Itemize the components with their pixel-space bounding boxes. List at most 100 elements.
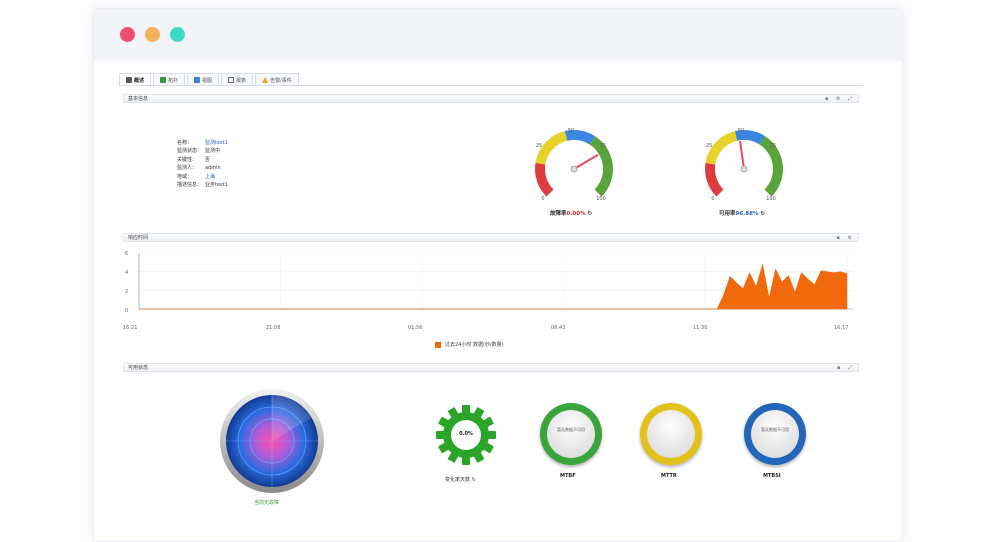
chart-legend[interactable]: 过去24小时 数据(秒/数量) — [435, 341, 504, 348]
gear-label-text: 变化率天数 — [445, 477, 471, 483]
gauge-tick: 100 — [596, 196, 606, 202]
report-icon — [228, 77, 235, 83]
tab-label: 报表 — [236, 77, 247, 84]
x-tick-label: 01:56 — [408, 325, 423, 331]
info-key: 监测人： — [177, 165, 198, 172]
info-value: 业务test1 — [205, 182, 228, 189]
response-time-chart — [138, 252, 853, 310]
info-row: 描述信息： 业务test1 — [177, 181, 228, 190]
gauge-hub — [740, 165, 748, 173]
gauge-tick: 50 — [568, 128, 574, 134]
gauge-tick: 25 — [536, 143, 542, 149]
info-row: 地域： 上海 — [177, 172, 228, 181]
info-row: 名称： 监测test1 — [177, 138, 228, 147]
gauge-band — [705, 162, 724, 197]
refresh-icon[interactable]: ↻ — [760, 211, 765, 217]
gauge-hub — [570, 165, 578, 173]
x-tick-label: 16:21 — [123, 325, 138, 331]
gauge-band — [705, 131, 738, 165]
panel-controls[interactable]: ▪ ⚙ — [837, 234, 855, 243]
app-window: 概述 拓扑 视图 报表 告警/事件 基本信息 ▪ ⚙ ⤢ 名称： 监测test1… — [93, 8, 903, 542]
overview-icon — [126, 77, 132, 83]
gauge-tick: 0 — [711, 196, 714, 202]
basic-info-list: 名称： 监测test1 监测状态： 监测中 关键性： 否 监测人： admin 地域： 上… — [177, 138, 228, 189]
y-tick-label: 0 — [125, 308, 129, 314]
info-key: 地域： — [177, 173, 193, 180]
info-value: 监测中 — [205, 148, 221, 155]
ring-label: MTBSI — [763, 473, 781, 479]
gear-label: 变化率天数 ↻ — [445, 477, 476, 483]
x-tick-label: 06:43 — [551, 325, 566, 331]
x-tick-label: 16:17 — [834, 325, 849, 331]
tab-divider — [119, 85, 863, 86]
panel-controls[interactable]: ▪ ⚙ ⤢ — [825, 95, 855, 104]
info-value: 上海 — [205, 173, 216, 180]
legend-label: 过去24小时 数据(秒/数量) — [445, 342, 504, 348]
content-area: 概述 拓扑 视图 报表 告警/事件 基本信息 ▪ ⚙ ⤢ 名称： 监测test1… — [119, 71, 863, 531]
gauge-value: 0.00% — [566, 211, 586, 217]
gauge-tick: 100 — [766, 196, 776, 202]
gauge-band — [734, 130, 765, 145]
info-key: 监测状态： — [177, 148, 203, 155]
gauge-tick: 0 — [541, 196, 544, 202]
maximize-dot[interactable] — [170, 27, 185, 42]
info-row: 监测状态： 监测中 — [177, 147, 228, 156]
radar-icon — [220, 389, 324, 493]
basic-info-header: 基本信息 ▪ ⚙ ⤢ — [123, 94, 859, 103]
tab-label: 告警/事件 — [270, 77, 292, 84]
title-bar — [94, 9, 902, 61]
tab-label: 视图 — [202, 77, 213, 84]
gauge-needle — [573, 153, 599, 170]
tab-bar: 概述 拓扑 视图 报表 告警/事件 — [119, 73, 299, 86]
x-tick-label: 11:30 — [693, 325, 708, 331]
y-tick-label: 4 — [125, 270, 129, 276]
gauge-tick: 50 — [738, 128, 744, 134]
failure-rate-label: 故障率0.00% ↻ — [550, 209, 592, 217]
gauge-band — [535, 162, 554, 197]
tab-label: 概述 — [134, 77, 145, 84]
gauge-band — [564, 130, 595, 145]
x-tick-label: 21:08 — [266, 325, 281, 331]
ring-label: MTTR — [661, 473, 677, 479]
availability-label: 可用率96.88% ↻ — [719, 209, 765, 217]
view-icon — [194, 77, 201, 83]
gauge-label: 故障率 — [550, 211, 567, 217]
ring-label: MTBF — [560, 473, 576, 479]
gear-value: 0.0% — [459, 431, 473, 437]
topology-icon — [160, 77, 167, 83]
availability-gauge: 0 25 50 75 100 — [705, 128, 783, 202]
gauge-value: 96.88% — [735, 211, 759, 217]
info-value: admin — [205, 164, 221, 171]
ring-inner-text: 暂无数据不可用 — [761, 427, 789, 432]
gauge-tick: 75 — [770, 143, 776, 149]
mtbf-ring — [540, 403, 602, 465]
y-tick-label: 2 — [125, 289, 129, 295]
ring-inner-text: 暂无数据不可用 — [557, 427, 585, 432]
info-value: 否 — [205, 156, 211, 163]
gauge-tick: 75 — [600, 143, 606, 149]
series-area[interactable] — [139, 264, 848, 310]
panel-title: 可用状态 — [128, 365, 149, 371]
panel-title: 基本信息 — [128, 96, 149, 102]
warning-icon — [262, 77, 269, 83]
panel-title: 响应时间 — [128, 235, 149, 241]
gauge-tick: 25 — [706, 143, 712, 149]
gauge-needle — [739, 141, 745, 170]
failure-rate-gauge: 0 25 50 75 100 — [535, 128, 613, 202]
close-dot[interactable] — [120, 27, 135, 42]
radar-label: 当前无故障 — [254, 500, 280, 506]
refresh-icon[interactable]: ↻ — [588, 211, 593, 217]
info-row: 监测人： admin — [177, 164, 228, 173]
gauge-band — [535, 131, 568, 165]
info-key: 名称： — [177, 139, 193, 146]
gauge-label: 可用率 — [719, 211, 736, 217]
mtbsi-ring — [744, 403, 806, 465]
info-row: 关键性： 否 — [177, 155, 228, 164]
info-value[interactable]: 监测test1 — [205, 139, 228, 146]
info-key: 描述信息： — [177, 182, 203, 189]
panel-controls[interactable]: ▪ ⤢ — [837, 364, 855, 373]
tab-label: 拓扑 — [168, 77, 179, 84]
y-tick-label: 6 — [125, 251, 129, 257]
legend-swatch — [435, 341, 441, 348]
minimize-dot[interactable] — [145, 27, 160, 42]
